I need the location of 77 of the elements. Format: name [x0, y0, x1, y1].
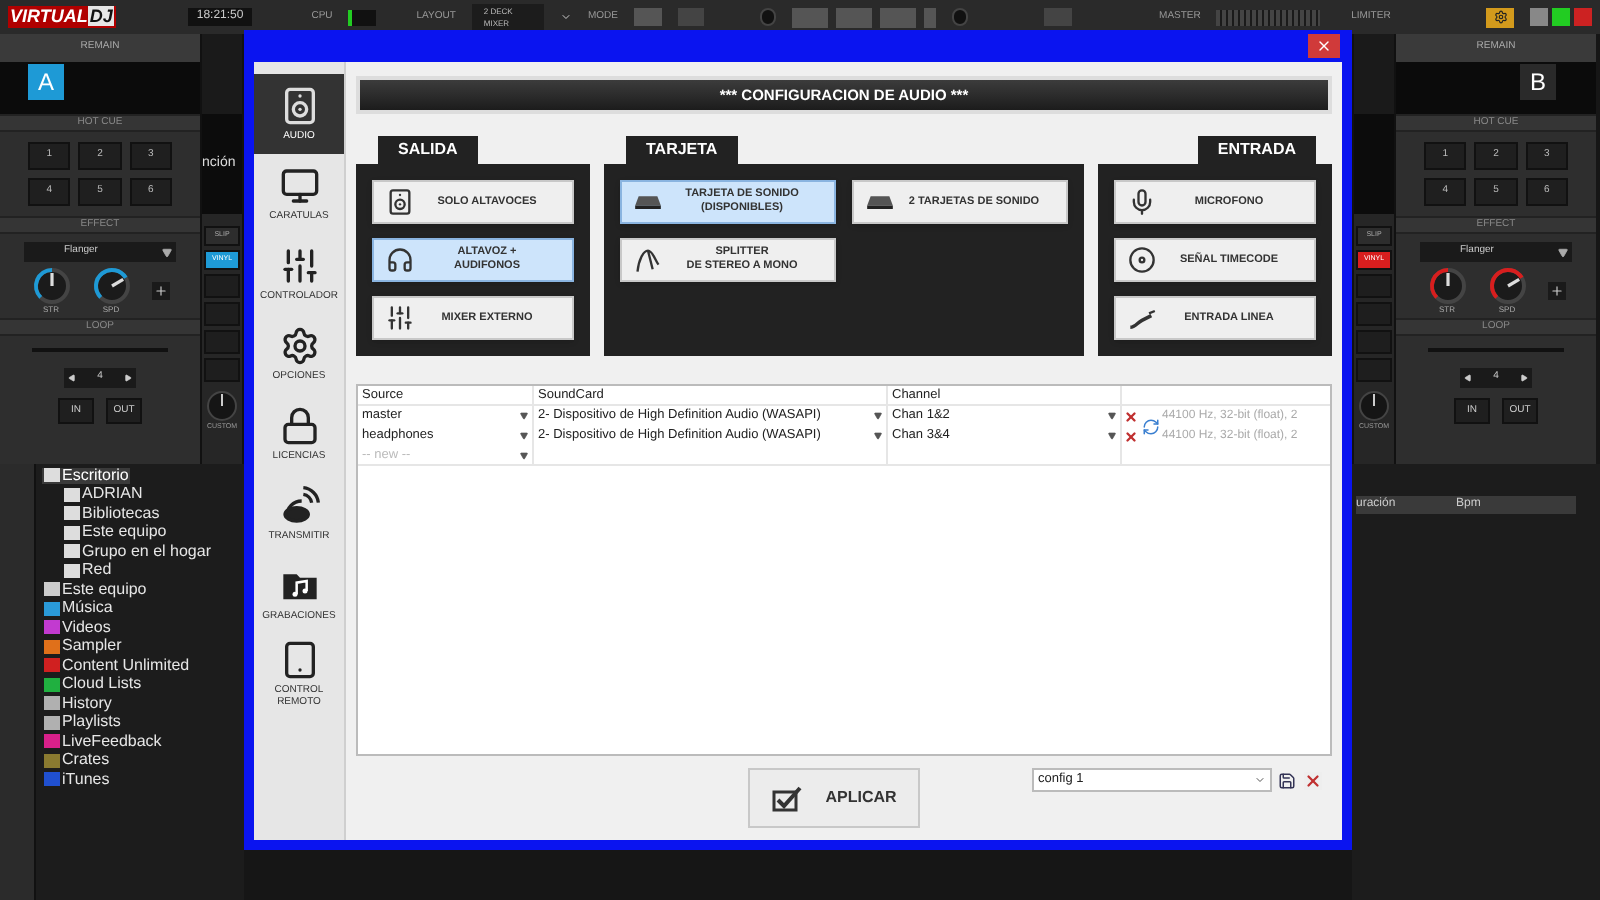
checkbox-icon	[771, 785, 802, 811]
delete-icon[interactable]	[1124, 429, 1138, 443]
monitor-icon	[279, 166, 319, 206]
microphone-icon	[1128, 188, 1156, 216]
splitter-cable-icon	[634, 246, 662, 274]
dropdown-arrow-icon	[520, 432, 528, 440]
dropdown-arrow-icon	[520, 412, 528, 420]
dropdown-arrow-icon	[1558, 247, 1568, 257]
knob[interactable]	[91, 266, 131, 306]
knob[interactable]	[206, 390, 238, 422]
tree-item[interactable]: Música	[42, 600, 115, 617]
settings-icon	[1493, 10, 1508, 24]
dropdown-arrow-icon	[874, 412, 882, 420]
satellite-dish-icon	[279, 486, 319, 526]
close-icon	[1316, 38, 1332, 54]
plus-icon	[1549, 283, 1563, 297]
tablet-icon	[279, 640, 319, 680]
lock-icon	[279, 406, 319, 446]
close-button[interactable]	[1308, 34, 1340, 58]
add-button[interactable]	[151, 281, 169, 299]
speaker-icon	[386, 188, 414, 216]
tree-item[interactable]: Escritorio	[42, 467, 131, 484]
disc-icon	[1128, 246, 1156, 274]
deck-letter: B	[1520, 64, 1556, 100]
knob[interactable]	[1358, 390, 1390, 422]
dropdown-arrow-icon	[162, 247, 172, 257]
tree-item[interactable]: Content Unlimited	[42, 657, 192, 674]
dropdown-arrow-icon	[1108, 412, 1116, 420]
knob[interactable]	[1427, 266, 1467, 306]
tree-item[interactable]: Red	[62, 562, 114, 579]
knob[interactable]	[1487, 266, 1527, 306]
save-icon[interactable]	[1278, 772, 1296, 790]
tree-item[interactable]: History	[42, 695, 114, 712]
cpu-meter	[348, 9, 377, 25]
tree-item[interactable]: Este equipo	[62, 524, 169, 541]
apply-button[interactable]: APLICAR	[748, 768, 920, 828]
right-arrow-icon	[1520, 374, 1528, 382]
mode-button[interactable]	[633, 8, 662, 26]
settings-button[interactable]	[1486, 7, 1514, 27]
add-button[interactable]	[1547, 281, 1565, 299]
tree-item[interactable]: Playlists	[42, 714, 123, 731]
dropdown-arrow-icon	[520, 451, 528, 459]
tree-item[interactable]: Crates	[42, 752, 112, 769]
delete-icon[interactable]	[1304, 772, 1322, 790]
left-arrow-icon	[1464, 374, 1472, 382]
tree-item[interactable]: Bibliotecas	[62, 505, 162, 522]
speaker-icon	[279, 86, 319, 126]
refresh-icon[interactable]	[1141, 417, 1159, 435]
sliders-icon	[279, 246, 319, 286]
jog-button[interactable]	[951, 8, 968, 26]
tree-item[interactable]: Sampler	[42, 638, 124, 655]
tree-item[interactable]: Cloud Lists	[42, 676, 144, 693]
headphones-icon	[386, 246, 414, 274]
tree-item[interactable]: Grupo en el hogar	[62, 543, 213, 560]
chevron-down-icon	[1254, 774, 1266, 786]
tree-item[interactable]: iTunes	[42, 771, 112, 788]
settings-icon	[279, 326, 319, 366]
left-arrow-icon	[68, 374, 76, 382]
tree-item[interactable]: Este equipo	[42, 581, 149, 598]
jog-button[interactable]	[760, 8, 777, 26]
knob[interactable]	[31, 266, 71, 306]
plus-icon	[153, 283, 167, 297]
cable-plug-icon	[1128, 304, 1156, 332]
tree-item[interactable]: ADRIAN	[62, 486, 145, 503]
right-arrow-icon	[124, 374, 132, 382]
sampler-pads[interactable]	[792, 7, 936, 27]
record-button[interactable]	[1043, 8, 1072, 26]
dropdown-arrow-icon	[874, 432, 882, 440]
mode-button[interactable]	[677, 8, 705, 26]
deck-letter: A	[28, 64, 64, 100]
tree-item[interactable]: LiveFeedback	[42, 733, 164, 750]
master-meter	[1216, 9, 1320, 25]
sliders-icon	[386, 304, 414, 332]
logo: VIRTUALDJ	[8, 6, 117, 28]
tree-item[interactable]: Videos	[42, 619, 113, 636]
delete-icon[interactable]	[1124, 409, 1138, 423]
dropdown-arrow-icon	[1108, 432, 1116, 440]
